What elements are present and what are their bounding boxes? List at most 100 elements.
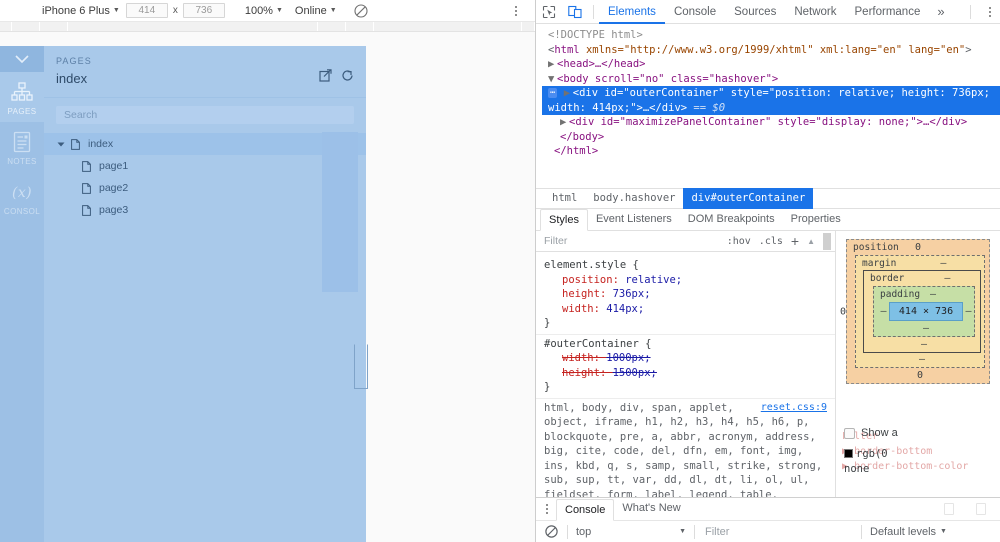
box-model-padding-top[interactable]: – <box>930 289 936 300</box>
stylesheet-source-link[interactable]: reset.css:9 <box>761 401 827 416</box>
declaration-property: position <box>562 274 613 286</box>
box-model-padding-bottom[interactable]: – <box>923 323 929 334</box>
sidebar-item-notes[interactable]: NOTES <box>0 122 44 172</box>
tab-event-listeners[interactable]: Event Listeners <box>588 209 680 231</box>
device-select[interactable]: iPhone 6 Plus ▼ <box>36 5 126 17</box>
declaration-height-overridden[interactable]: height: 1500px; <box>544 366 827 381</box>
reload-icon[interactable] <box>341 69 354 87</box>
console-context-label: top <box>576 526 591 538</box>
drawer-tab-console[interactable]: Console <box>556 499 614 521</box>
open-external-icon[interactable] <box>319 69 332 87</box>
box-model-padding-label: padding <box>878 289 920 300</box>
clear-console-icon[interactable] <box>544 524 559 539</box>
hov-button[interactable]: :hov <box>727 236 751 247</box>
box-model-padding-right[interactable]: – <box>963 306 974 317</box>
chevron-down-icon[interactable] <box>56 140 65 148</box>
cls-button[interactable]: .cls <box>759 236 783 247</box>
tab-performance[interactable]: Performance <box>846 0 930 24</box>
more-tabs-button[interactable]: » <box>929 4 952 19</box>
sidebar-item-pages[interactable]: PAGES <box>0 72 44 122</box>
file-icon <box>82 161 93 172</box>
dom-line-selected-outercontainer[interactable]: ⋯ ▶<div id="outerContainer" style="posit… <box>542 86 1000 115</box>
devtools-menu-button[interactable] <box>989 7 991 17</box>
tab-dom-breakpoints[interactable]: DOM Breakpoints <box>680 209 783 231</box>
dom-line-maximizepanel[interactable]: ▶<div id="maximizePanelContainer" style=… <box>542 115 1000 130</box>
dom-line-doctype: <!DOCTYPE html> <box>542 28 1000 43</box>
console-filter-input[interactable]: Filter <box>703 526 853 538</box>
drawer-menu-button[interactable] <box>538 504 556 514</box>
show-all-checkbox[interactable] <box>844 428 855 439</box>
sidebar-item-console[interactable]: (x) CONSOL <box>0 172 44 222</box>
throttling-select-label: Online <box>295 5 327 17</box>
declaration-value: relative; <box>625 274 682 286</box>
declaration-width-overridden[interactable]: width: 1000px; <box>544 351 827 366</box>
device-width-input[interactable]: 414 <box>126 3 168 18</box>
dom-line-body[interactable]: ▼<body scroll="no" class="hashover"> <box>542 72 1000 87</box>
console-levels-select[interactable]: Default levels ▼ <box>870 526 947 538</box>
declaration-position[interactable]: position: relative; <box>544 273 827 288</box>
color-swatch-icon[interactable] <box>844 449 853 458</box>
tab-network[interactable]: Network <box>785 0 845 24</box>
viewport-resize-handle[interactable] <box>354 344 368 389</box>
declaration-height[interactable]: height: 736px; <box>544 287 827 302</box>
throttling-select[interactable]: Online ▼ <box>289 5 343 17</box>
search-input[interactable]: Search <box>56 106 354 124</box>
css-rule-reset[interactable]: reset.css:9 html, body, div, span, apple… <box>536 398 835 498</box>
box-model-content[interactable]: 414 × 736 <box>889 302 963 321</box>
declaration-width[interactable]: width: 414px; <box>544 302 827 317</box>
box-model-margin-top[interactable]: – <box>940 258 946 269</box>
zoom-select[interactable]: 100% ▼ <box>239 5 289 17</box>
tab-styles[interactable]: Styles <box>540 209 588 231</box>
inspect-element-icon[interactable] <box>536 0 562 24</box>
no-throttling-icon[interactable] <box>353 3 369 19</box>
css-rule-element-style[interactable]: element.style { position: relative; heig… <box>536 256 835 334</box>
tree-item-index[interactable]: index <box>44 133 366 155</box>
box-model-position-bottom[interactable]: 0 <box>917 370 923 381</box>
box-model-border-bottom[interactable]: – <box>921 339 927 350</box>
breadcrumb-body[interactable]: body.hashover <box>585 188 683 209</box>
box-model-border[interactable]: border – padding – – <box>863 270 981 353</box>
emulated-scroll-track[interactable] <box>322 132 358 292</box>
console-context-select[interactable]: top ▼ <box>576 526 686 538</box>
box-model-position[interactable]: position 0 margin – border – <box>846 239 990 384</box>
box-model-margin[interactable]: margin – border – padding <box>855 255 985 368</box>
box-model-position-left[interactable]: 0 <box>840 306 846 317</box>
drawer-tab-whats-new[interactable]: What's New <box>614 498 688 520</box>
box-model-padding[interactable]: padding – – 414 × 736 – – <box>873 286 975 337</box>
tab-sources[interactable]: Sources <box>725 0 785 24</box>
device-toolbar-menu-button[interactable] <box>509 6 523 16</box>
toolbar-divider <box>970 5 971 19</box>
declaration-value: 1000px; <box>606 352 650 364</box>
styles-filter-input[interactable]: Filter <box>544 235 567 247</box>
svg-text:(x): (x) <box>12 185 32 201</box>
box-model-position-top[interactable]: 0 <box>915 242 921 253</box>
box-model-padding-left[interactable]: – <box>878 306 889 317</box>
tab-elements[interactable]: Elements <box>599 0 665 24</box>
devtools-tabs: Elements Console Sources Network Perform… <box>599 0 953 24</box>
tree-item-page3[interactable]: page3 <box>44 199 366 221</box>
tree-item-page2[interactable]: page2 <box>44 177 366 199</box>
rule-selector: #outerContainer { <box>544 337 827 352</box>
styles-scrollbar[interactable] <box>823 233 831 250</box>
emulated-page-area: iPhone 6 Plus ▼ 414 x 736 100% ▼ Online … <box>0 0 535 542</box>
show-all-checkbox-row[interactable]: Show a <box>844 427 992 439</box>
dimension-separator: x <box>168 5 183 16</box>
tab-console[interactable]: Console <box>665 0 725 24</box>
dom-line-head[interactable]: ▶<head>…</head> <box>542 57 1000 72</box>
device-height-input[interactable]: 736 <box>183 3 225 18</box>
force-state-ellipsis[interactable]: ⋯ <box>548 88 557 98</box>
breadcrumb-html[interactable]: html <box>544 188 585 209</box>
device-toolbar-icon[interactable] <box>562 0 588 24</box>
tree-item-page1[interactable]: page1 <box>44 155 366 177</box>
tab-properties[interactable]: Properties <box>783 209 849 231</box>
scroll-up-icon[interactable]: ▲ <box>807 237 815 246</box>
rail-collapse-button[interactable] <box>0 46 44 72</box>
box-model-border-top[interactable]: – <box>944 273 950 284</box>
box-model-margin-bottom[interactable]: – <box>919 354 925 365</box>
tree-item-label: page1 <box>99 160 128 172</box>
css-rule-outercontainer[interactable]: #outerContainer { width: 1000px; height:… <box>536 334 835 398</box>
new-style-rule-button[interactable]: + <box>791 236 799 246</box>
tree-item-label: page3 <box>99 204 128 216</box>
devtools-screenshot: iPhone 6 Plus ▼ 414 x 736 100% ▼ Online … <box>0 0 1000 542</box>
breadcrumb-outercontainer[interactable]: div#outerContainer <box>683 188 813 209</box>
